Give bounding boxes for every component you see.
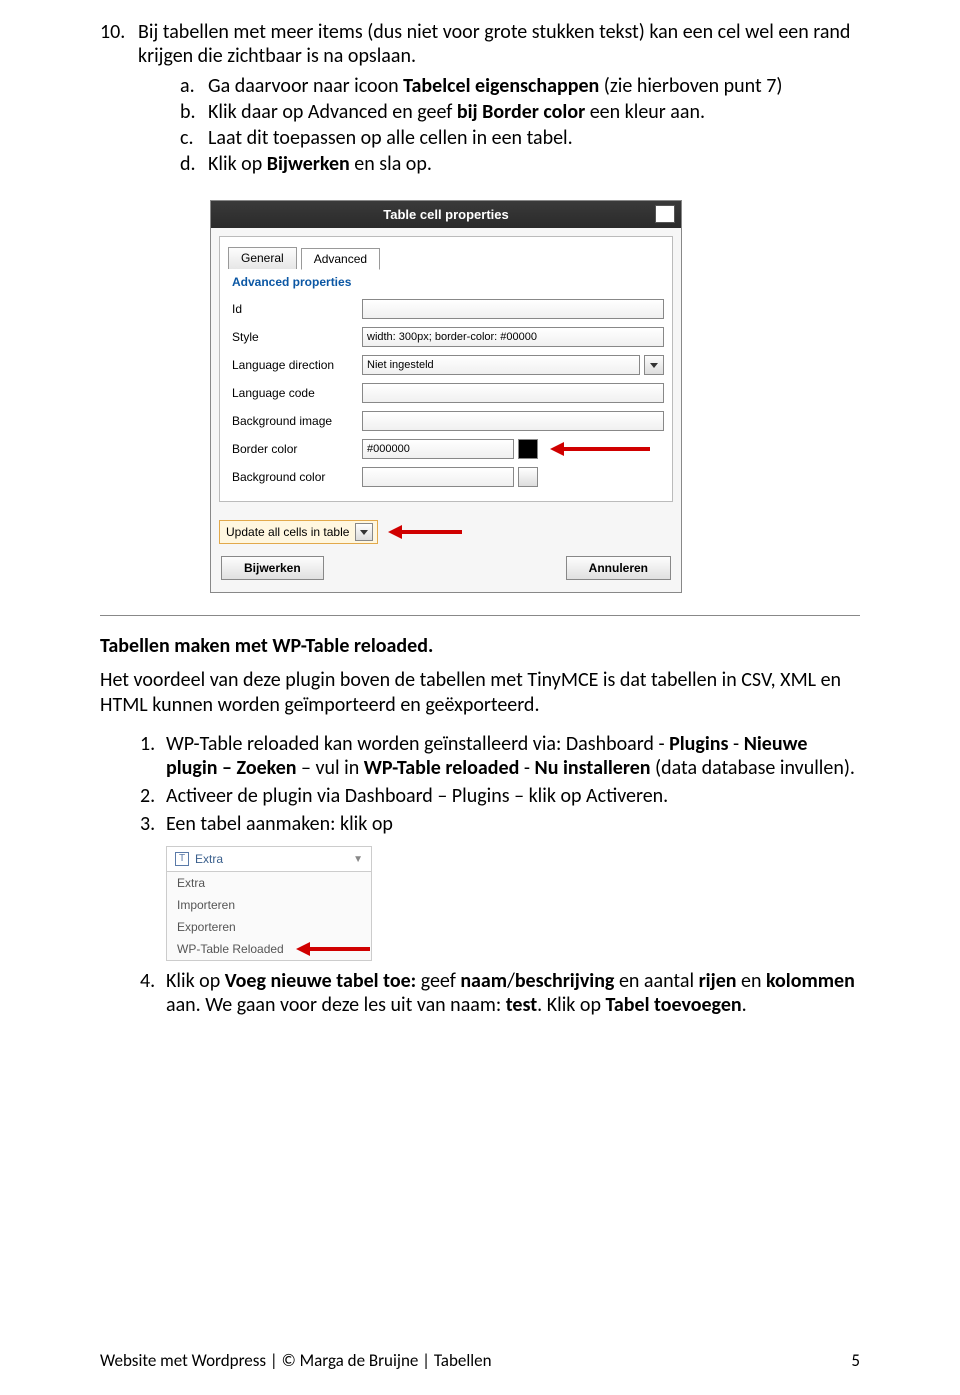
close-icon[interactable]: ✕ [655, 205, 675, 223]
sub-d: d. Klik op Bijwerken en sla op. [180, 152, 860, 176]
row-bgimage: Background image [228, 411, 664, 431]
sub-text: Ga daarvoor naar icoon Tabelcel eigensch… [208, 74, 782, 98]
input-id[interactable] [362, 299, 664, 319]
menu-item-extra[interactable]: Extra [167, 872, 371, 894]
menu-body: Extra Importeren Exporteren WP-Table Rel… [167, 872, 371, 960]
label-style: Style [232, 330, 362, 344]
update-scope-label: Update all cells in table [226, 525, 349, 539]
label-bgcolor: Background color [232, 470, 362, 484]
wp-table-steps: 1. WP-Table reloaded kan worden geïnstal… [140, 732, 860, 836]
step-text: Bij tabellen met meer items (dus niet vo… [138, 20, 860, 68]
input-bgcolor[interactable] [362, 467, 514, 487]
cancel-button[interactable]: Annuleren [566, 556, 671, 580]
item-number: 3. [140, 812, 166, 836]
item-number: 4. [140, 969, 166, 1017]
sub-text: Klik op Bijwerken en sla op. [208, 152, 432, 176]
sub-c: c. Laat dit toepassen op alle cellen in … [180, 126, 860, 150]
label-langcode: Language code [232, 386, 362, 400]
menu-item-importeren[interactable]: Importeren [167, 894, 371, 916]
item-text: Een tabel aanmaken: klik op [166, 812, 393, 836]
menu-header[interactable]: T Extra ▼ [167, 847, 371, 872]
label-bgimage: Background image [232, 414, 362, 428]
color-picker-icon[interactable] [518, 467, 538, 487]
item-text: Klik op Voeg nieuwe tabel toe: geef naam… [166, 969, 860, 1017]
input-bordercolor[interactable] [362, 439, 514, 459]
section-divider [100, 615, 860, 616]
dropdown-icon[interactable] [644, 355, 664, 375]
sub-text: Laat dit toepassen op alle cellen in een… [208, 126, 573, 150]
dialog-buttons: Bijwerken Annuleren [219, 556, 673, 580]
table-cell-properties-dialog: Table cell properties ✕ General Advanced… [210, 200, 682, 593]
list-item-3: 3. Een tabel aanmaken: klik op [140, 812, 860, 836]
menu-item-exporteren[interactable]: Exporteren [167, 916, 371, 938]
dropdown-icon[interactable] [355, 523, 373, 541]
sub-b: b. Klik daar op Advanced en geef bij Bor… [180, 100, 860, 124]
page-number: 5 [851, 1350, 860, 1371]
extra-menu-screenshot: T Extra ▼ Extra Importeren Exporteren WP… [166, 846, 372, 961]
row-bordercolor: Border color [228, 439, 664, 459]
tab-advanced[interactable]: Advanced [301, 248, 380, 270]
chevron-down-icon: ▼ [353, 854, 363, 865]
dialog-title: Table cell properties [383, 207, 508, 222]
update-button[interactable]: Bijwerken [221, 556, 324, 580]
input-style[interactable] [362, 327, 664, 347]
input-langcode[interactable] [362, 383, 664, 403]
dialog-bottom: Update all cells in table Bijwerken Annu… [211, 510, 681, 592]
sub-letter: b. [180, 100, 208, 124]
wp-table-steps-cont: 4. Klik op Voeg nieuwe tabel toe: geef n… [140, 969, 860, 1017]
list-item-4: 4. Klik op Voeg nieuwe tabel toe: geef n… [140, 969, 860, 1017]
intro-paragraph: Het voordeel van deze plugin boven de ta… [100, 668, 860, 718]
color-swatch-icon[interactable] [518, 439, 538, 459]
step-list: 10. Bij tabellen met meer items (dus nie… [100, 20, 860, 68]
dialog-title-bar: Table cell properties ✕ [211, 201, 681, 228]
input-bgimage[interactable] [362, 411, 664, 431]
section-heading: Tabellen maken met WP-Table reloaded. [100, 634, 860, 658]
label-id: Id [232, 302, 362, 316]
item-text: Activeer de plugin via Dashboard – Plugi… [166, 784, 668, 808]
row-style: Style [228, 327, 664, 347]
dialog-body: General Advanced Advanced properties Id … [219, 236, 673, 502]
menu-item-wptable[interactable]: WP-Table Reloaded [167, 938, 294, 960]
label-langdir: Language direction [232, 358, 362, 372]
section-title: Advanced properties [232, 275, 664, 289]
tools-icon: T [175, 852, 189, 866]
menu-head-left: T Extra [175, 852, 223, 866]
dialog-tabs: General Advanced [228, 247, 664, 269]
item-number: 1. [140, 732, 166, 780]
arrow-annotation-icon [388, 525, 462, 539]
row-langcode: Language code [228, 383, 664, 403]
step-10-sublist: a. Ga daarvoor naar icoon Tabelcel eigen… [180, 74, 860, 176]
update-scope-select[interactable]: Update all cells in table [219, 520, 378, 544]
step-10: 10. Bij tabellen met meer items (dus nie… [100, 20, 860, 68]
step-number: 10. [100, 20, 138, 68]
tab-general[interactable]: General [228, 247, 297, 269]
label-bordercolor: Border color [232, 442, 362, 456]
arrow-annotation-icon [550, 442, 650, 456]
dialog-screenshot: Table cell properties ✕ General Advanced… [210, 200, 860, 593]
sub-letter: c. [180, 126, 208, 150]
list-item-1: 1. WP-Table reloaded kan worden geïnstal… [140, 732, 860, 780]
sub-text: Klik daar op Advanced en geef bij Border… [208, 100, 705, 124]
row-bgcolor: Background color [228, 467, 664, 487]
sub-letter: a. [180, 74, 208, 98]
list-item-2: 2. Activeer de plugin via Dashboard – Pl… [140, 784, 860, 808]
footer-text: Website met Wordpress | © Marga de Bruij… [100, 1350, 492, 1371]
arrow-annotation-icon [296, 942, 370, 956]
sub-letter: d. [180, 152, 208, 176]
row-langdir: Language direction [228, 355, 664, 375]
item-text: WP-Table reloaded kan worden geïnstallee… [166, 732, 860, 780]
item-number: 2. [140, 784, 166, 808]
row-id: Id [228, 299, 664, 319]
sub-a: a. Ga daarvoor naar icoon Tabelcel eigen… [180, 74, 860, 98]
menu-head-label: Extra [195, 852, 223, 866]
page-footer: Website met Wordpress | © Marga de Bruij… [100, 1350, 860, 1371]
input-langdir[interactable] [362, 355, 640, 375]
